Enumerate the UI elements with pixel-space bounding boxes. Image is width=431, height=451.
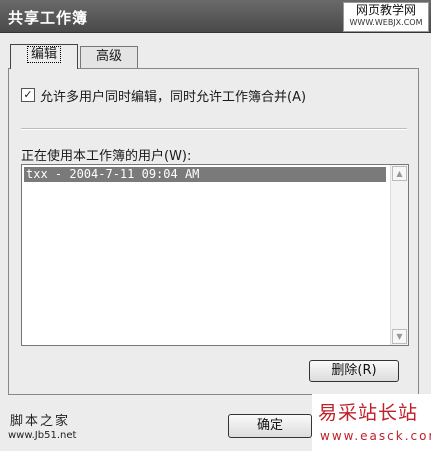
watermark-bottom-right: 易采站长站 www.easck.com [312, 394, 431, 451]
list-item[interactable]: txx - 2004-7-11 09:04 AM [24, 167, 386, 182]
watermark-bottom-right-line2: www.easck.com [320, 429, 431, 443]
share-workbook-dialog: 共享工作簿 网页教学网 WWW.WEBJX.COM 编辑 高级 ✓ 允许多用户同… [0, 0, 431, 451]
tab-panel-edit: ✓ 允许多用户同时编辑，同时允许工作簿合并(A) 正在使用本工作簿的用户(W):… [8, 68, 419, 395]
tab-advanced[interactable]: 高级 [80, 46, 138, 68]
users-list-label: 正在使用本工作簿的用户(W): [21, 149, 192, 164]
dialog-title: 共享工作簿 [8, 9, 89, 27]
watermark-top-line1: 网页教学网 [355, 3, 416, 17]
vertical-scrollbar[interactable]: ▲ ▼ [390, 165, 408, 345]
tab-advanced-label: 高级 [95, 49, 122, 64]
allow-multiuser-checkbox-row[interactable]: ✓ 允许多用户同时编辑，同时允许工作簿合并(A) [21, 87, 307, 105]
watermark-bottom-left-line1: 脚本之家 [10, 414, 71, 429]
tab-edit[interactable]: 编辑 [10, 44, 78, 69]
scroll-up-arrow-icon[interactable]: ▲ [392, 166, 407, 181]
title-bar[interactable]: 共享工作簿 网页教学网 WWW.WEBJX.COM [0, 0, 431, 33]
watermark-top-line2: WWW.WEBJX.COM [349, 18, 423, 27]
checkmark-icon: ✓ [23, 88, 33, 101]
allow-multiuser-label: 允许多用户同时编辑，同时允许工作簿合并(A) [40, 89, 307, 105]
tab-edit-label: 编辑 [26, 46, 61, 63]
scroll-down-arrow-icon[interactable]: ▼ [392, 329, 407, 344]
divider [21, 128, 407, 130]
allow-multiuser-checkbox[interactable]: ✓ [21, 88, 35, 102]
ok-button[interactable]: 确定 [228, 414, 312, 438]
watermark-bottom-right-line1: 易采站长站 [318, 402, 419, 424]
users-listbox[interactable]: txx - 2004-7-11 09:04 AM ▲ ▼ [21, 164, 409, 346]
delete-button[interactable]: 删除(R) [309, 360, 399, 382]
watermark-logo-top: 网页教学网 WWW.WEBJX.COM [343, 2, 429, 32]
watermark-bottom-left-line2: www.Jb51.net [8, 430, 77, 441]
